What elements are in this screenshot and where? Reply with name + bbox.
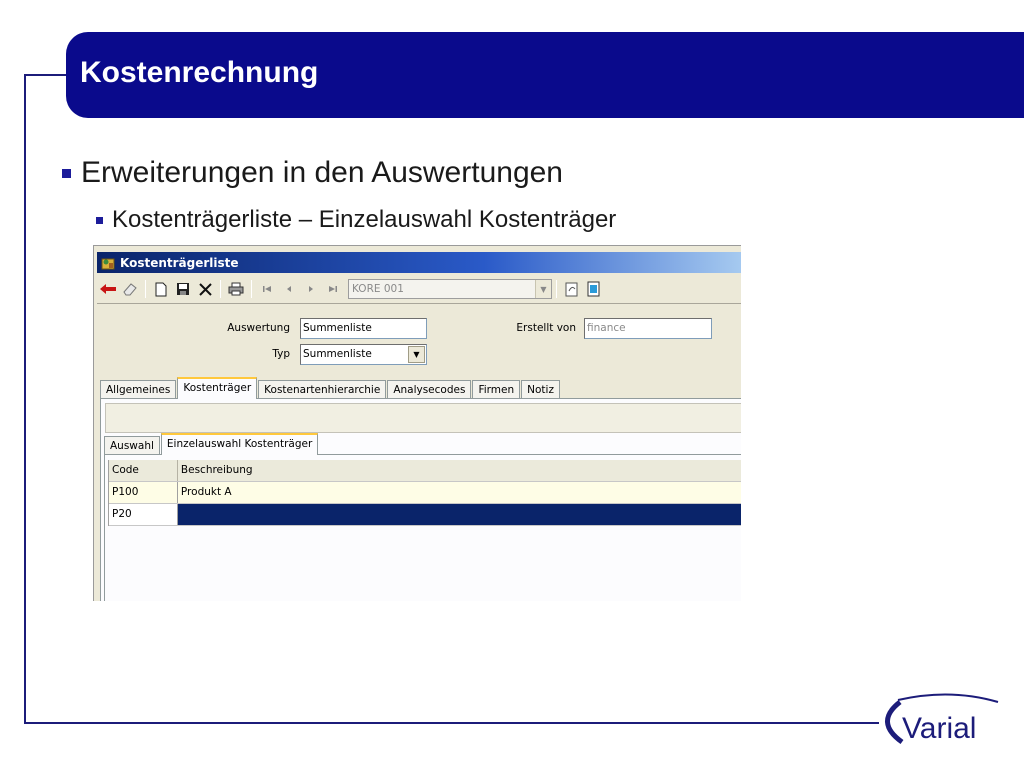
eraser-icon[interactable]	[119, 278, 141, 300]
typ-select[interactable]: Summenliste ▼	[300, 344, 427, 365]
typ-select-value: Summenliste	[303, 348, 372, 360]
chevron-down-icon[interactable]: ▼	[408, 346, 425, 363]
bullet-sub-text: Kostenträgerliste – Einzelauswahl Kosten…	[112, 206, 617, 233]
tab-kostentraeger[interactable]: Kostenträger	[177, 377, 258, 399]
kostentraeger-grid: Code Beschreibung P100 Produkt A P20	[108, 460, 741, 526]
toolbar: KORE 001 ▼	[97, 276, 741, 302]
varial-logo: Varial	[880, 692, 1004, 752]
tab-allgemeines[interactable]: Allgemeines	[100, 380, 177, 399]
subtab-einzelauswahl[interactable]: Einzelauswahl Kostenträger	[160, 433, 319, 455]
sub-tabs: Auswahl Einzelauswahl Kostenträger	[104, 433, 319, 455]
refresh-icon[interactable]	[561, 278, 583, 300]
app-window: Kostenträgerliste KORE 001 ▼ Auswertung …	[93, 245, 741, 601]
bullet-sub: Kostenträgerliste – Einzelauswahl Kosten…	[96, 206, 616, 234]
toolbar-separator	[556, 280, 557, 298]
toolbar-separator	[251, 280, 252, 298]
toolbar-separator	[145, 280, 146, 298]
column-header-code[interactable]: Code	[109, 460, 178, 481]
bullet-main: Erweiterungen in den Auswertungen	[62, 156, 563, 190]
slide-frame-left	[24, 74, 26, 724]
toolbar-divider	[97, 303, 741, 304]
cell-beschreibung[interactable]	[177, 504, 741, 525]
notes-icon[interactable]	[583, 278, 605, 300]
back-arrow-icon[interactable]	[97, 278, 119, 300]
tab-notiz[interactable]: Notiz	[521, 380, 560, 399]
record-select-value: KORE 001	[352, 283, 404, 295]
subtab-auswahl[interactable]: Auswahl	[104, 436, 160, 455]
tab-panel-toolbar-area	[105, 403, 741, 433]
new-document-icon[interactable]	[150, 278, 172, 300]
erstellt-von-field[interactable]: finance	[584, 318, 712, 339]
cell-code[interactable]: P100	[109, 482, 178, 503]
print-icon[interactable]	[225, 278, 247, 300]
grid-header-row: Code Beschreibung	[109, 460, 741, 482]
chevron-down-icon: ▼	[535, 280, 551, 298]
save-icon[interactable]	[172, 278, 194, 300]
cell-beschreibung[interactable]: Produkt A	[177, 482, 741, 503]
auswertung-label: Auswertung	[227, 322, 290, 334]
window-titlebar[interactable]: Kostenträgerliste	[97, 252, 741, 273]
slide-title: Kostenrechnung	[80, 56, 319, 89]
window-title: Kostenträgerliste	[120, 255, 239, 270]
cell-code[interactable]: P20	[109, 504, 178, 525]
table-row[interactable]: P100 Produkt A	[109, 482, 741, 504]
main-tabs: Allgemeines Kostenträger Kostenartenhier…	[100, 377, 561, 399]
slide-frame-bottom	[24, 722, 879, 724]
bullet-main-text: Erweiterungen in den Auswertungen	[81, 156, 563, 189]
delete-icon[interactable]	[194, 278, 216, 300]
slide-frame-top	[24, 74, 68, 76]
toolbar-separator	[220, 280, 221, 298]
column-header-beschreibung[interactable]: Beschreibung	[177, 460, 741, 481]
bullet-square-icon	[62, 168, 71, 178]
tab-analysecodes[interactable]: Analysecodes	[387, 380, 472, 399]
auswertung-field[interactable]: Summenliste	[300, 318, 427, 339]
slide-title-bar: Kostenrechnung	[66, 32, 1024, 118]
record-select[interactable]: KORE 001 ▼	[348, 279, 552, 299]
tab-firmen[interactable]: Firmen	[472, 380, 521, 399]
svg-text:Varial: Varial	[902, 712, 976, 745]
table-row[interactable]: P20	[109, 504, 741, 526]
app-icon	[101, 256, 115, 270]
bullet-square-icon	[96, 216, 103, 224]
erstellt-von-label: Erstellt von	[516, 322, 576, 334]
tab-kostenartenhierarchie[interactable]: Kostenartenhierarchie	[258, 380, 387, 399]
typ-label: Typ	[272, 348, 290, 360]
next-record-icon[interactable]	[300, 278, 322, 300]
first-record-icon[interactable]	[256, 278, 278, 300]
previous-record-icon[interactable]	[278, 278, 300, 300]
last-record-icon[interactable]	[322, 278, 344, 300]
